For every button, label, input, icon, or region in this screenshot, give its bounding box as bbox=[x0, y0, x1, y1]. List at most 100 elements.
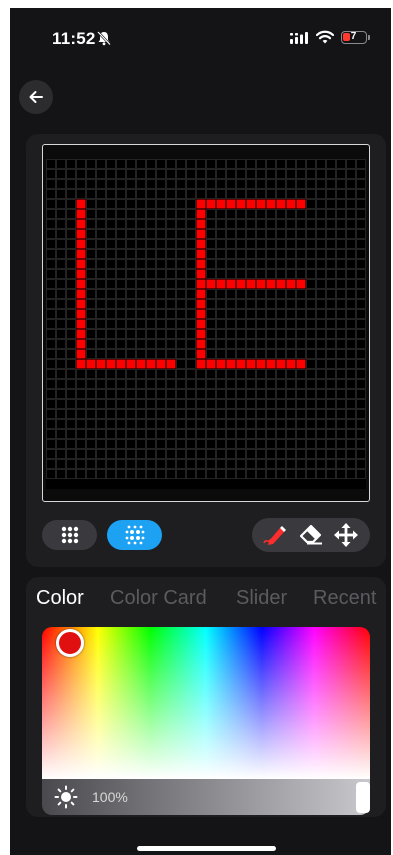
pixel[interactable] bbox=[236, 289, 246, 299]
lit-pixel[interactable] bbox=[146, 359, 156, 369]
pixel[interactable] bbox=[276, 309, 286, 319]
pixel[interactable] bbox=[196, 169, 206, 179]
lit-pixel[interactable] bbox=[196, 289, 206, 299]
pixel[interactable] bbox=[106, 429, 116, 439]
pixel[interactable] bbox=[286, 399, 296, 409]
grid-mode-button[interactable] bbox=[42, 520, 97, 550]
pixel[interactable] bbox=[356, 229, 366, 239]
pixel[interactable] bbox=[86, 329, 96, 339]
pixel[interactable] bbox=[66, 439, 76, 449]
pixel[interactable] bbox=[76, 459, 86, 469]
pixel[interactable] bbox=[176, 229, 186, 239]
pixel[interactable] bbox=[86, 209, 96, 219]
lit-pixel[interactable] bbox=[206, 279, 216, 289]
pixel[interactable] bbox=[306, 439, 316, 449]
pixel[interactable] bbox=[326, 309, 336, 319]
pixel[interactable] bbox=[136, 439, 146, 449]
lit-pixel[interactable] bbox=[236, 279, 246, 289]
pixel[interactable] bbox=[336, 409, 346, 419]
lit-pixel[interactable] bbox=[126, 359, 136, 369]
pixel[interactable] bbox=[156, 409, 166, 419]
pixel[interactable] bbox=[346, 169, 356, 179]
pixel[interactable] bbox=[116, 159, 126, 169]
pixel[interactable] bbox=[356, 209, 366, 219]
pixel[interactable] bbox=[46, 319, 56, 329]
pixel[interactable] bbox=[156, 299, 166, 309]
pixel[interactable] bbox=[346, 399, 356, 409]
pixel[interactable] bbox=[256, 219, 266, 229]
pixel[interactable] bbox=[326, 219, 336, 229]
lit-pixel[interactable] bbox=[196, 299, 206, 309]
pixel[interactable] bbox=[56, 419, 66, 429]
pixel[interactable] bbox=[46, 419, 56, 429]
pixel[interactable] bbox=[76, 189, 86, 199]
pixel[interactable] bbox=[196, 469, 206, 479]
lit-pixel[interactable] bbox=[296, 359, 306, 369]
pixel[interactable] bbox=[156, 199, 166, 209]
pixel[interactable] bbox=[166, 449, 176, 459]
pixel[interactable] bbox=[116, 269, 126, 279]
pixel[interactable] bbox=[186, 269, 196, 279]
pixel[interactable] bbox=[166, 259, 176, 269]
pixel[interactable] bbox=[146, 319, 156, 329]
pixel[interactable] bbox=[296, 189, 306, 199]
pixel[interactable] bbox=[186, 219, 196, 229]
pixel[interactable] bbox=[276, 429, 286, 439]
pixel[interactable] bbox=[286, 159, 296, 169]
pixel[interactable] bbox=[246, 439, 256, 449]
pixel[interactable] bbox=[106, 469, 116, 479]
pixel[interactable] bbox=[206, 449, 216, 459]
lit-pixel[interactable] bbox=[196, 339, 206, 349]
pixel[interactable] bbox=[56, 449, 66, 459]
lit-pixel[interactable] bbox=[276, 279, 286, 289]
pixel[interactable] bbox=[56, 169, 66, 179]
lit-pixel[interactable] bbox=[76, 269, 86, 279]
pixel[interactable] bbox=[206, 209, 216, 219]
pixel[interactable] bbox=[116, 299, 126, 309]
pixel[interactable] bbox=[246, 169, 256, 179]
pixel[interactable] bbox=[146, 339, 156, 349]
pixel[interactable] bbox=[266, 409, 276, 419]
pixel[interactable] bbox=[126, 259, 136, 269]
pixel[interactable] bbox=[286, 439, 296, 449]
pixel[interactable] bbox=[266, 319, 276, 329]
pixel[interactable] bbox=[316, 319, 326, 329]
pixel[interactable] bbox=[176, 309, 186, 319]
pixel[interactable] bbox=[236, 409, 246, 419]
pixel[interactable] bbox=[146, 169, 156, 179]
pixel[interactable] bbox=[326, 359, 336, 369]
pixel[interactable] bbox=[306, 449, 316, 459]
pixel[interactable] bbox=[346, 189, 356, 199]
pixel[interactable] bbox=[356, 249, 366, 259]
pixel[interactable] bbox=[126, 289, 136, 299]
pixel[interactable] bbox=[356, 339, 366, 349]
pixel[interactable] bbox=[196, 409, 206, 419]
pixel[interactable] bbox=[176, 419, 186, 429]
lit-pixel[interactable] bbox=[76, 289, 86, 299]
pixel[interactable] bbox=[346, 289, 356, 299]
pixel[interactable] bbox=[256, 449, 266, 459]
pixel[interactable] bbox=[296, 239, 306, 249]
pixel[interactable] bbox=[166, 269, 176, 279]
pixel[interactable] bbox=[86, 259, 96, 269]
pixel[interactable] bbox=[296, 409, 306, 419]
pixel[interactable] bbox=[176, 299, 186, 309]
pixel[interactable] bbox=[246, 429, 256, 439]
pixel[interactable] bbox=[206, 319, 216, 329]
pixel[interactable] bbox=[206, 439, 216, 449]
pixel[interactable] bbox=[306, 329, 316, 339]
eraser-tool[interactable] bbox=[298, 523, 324, 547]
pixel[interactable] bbox=[356, 279, 366, 289]
pixel[interactable] bbox=[346, 269, 356, 279]
lit-pixel[interactable] bbox=[196, 309, 206, 319]
pixel[interactable] bbox=[116, 169, 126, 179]
pixel[interactable] bbox=[216, 209, 226, 219]
pixel[interactable] bbox=[256, 439, 266, 449]
pixel[interactable] bbox=[96, 379, 106, 389]
pixel[interactable] bbox=[316, 349, 326, 359]
pixel[interactable] bbox=[246, 179, 256, 189]
brightness-handle[interactable] bbox=[356, 782, 370, 813]
pixel[interactable] bbox=[286, 169, 296, 179]
pixel[interactable] bbox=[206, 459, 216, 469]
pixel[interactable] bbox=[96, 239, 106, 249]
